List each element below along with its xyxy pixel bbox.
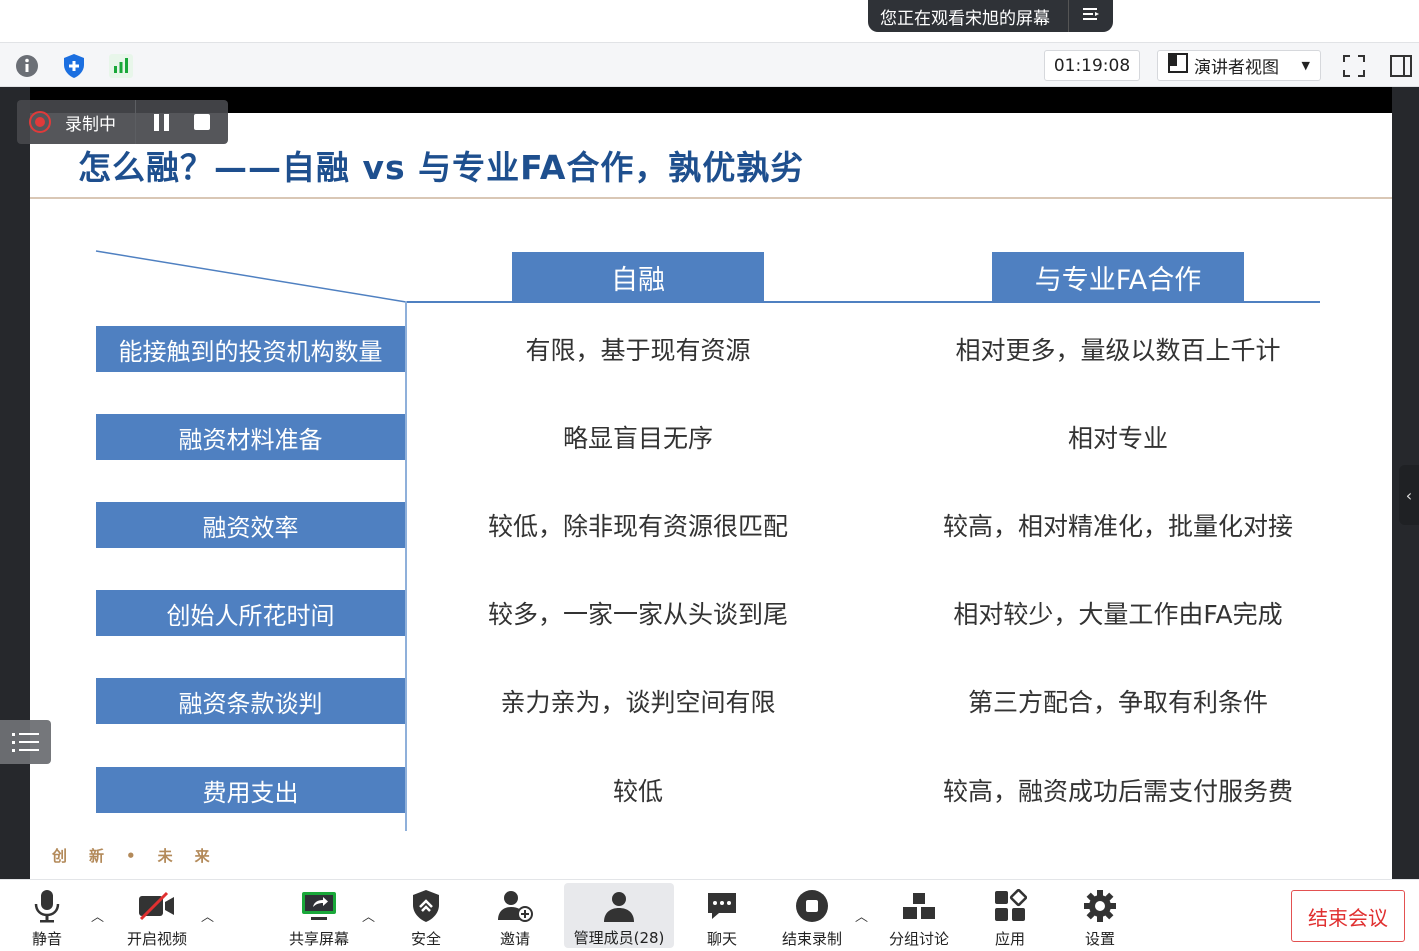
shield-icon[interactable] <box>60 52 88 80</box>
view-mode-dropdown[interactable]: 演讲者视图 ▼ <box>1157 50 1321 81</box>
start-video-button[interactable]: 开启视频 <box>120 880 194 951</box>
stop-icon[interactable] <box>194 114 210 130</box>
invite-button[interactable]: 邀请 <box>491 880 539 951</box>
slide-footer-motto: 创新•未来 <box>52 847 232 865</box>
table-cell-self: 有限，基于现有资源 <box>525 336 751 365</box>
row-label: 融资效率 <box>96 502 405 548</box>
watching-screen-text: 您正在观看宋旭的屏幕 <box>880 8 1050 29</box>
table-cell-fa: 相对较少，大量工作由FA完成 <box>953 600 1283 629</box>
table-cell-self: 亲力亲为，谈判空间有限 <box>500 688 776 717</box>
recording-label: 录制中 <box>65 114 116 135</box>
watching-screen-pill[interactable]: 您正在观看宋旭的屏幕 <box>868 0 1113 32</box>
fullscreen-icon[interactable] <box>1340 52 1368 80</box>
invite-label: 邀请 <box>499 930 530 948</box>
breakout-label: 分组讨论 <box>888 930 949 948</box>
table-cell-self: 较低 <box>612 777 663 806</box>
chevron-down-icon: ▼ <box>1301 59 1310 72</box>
row-label: 创始人所花时间 <box>96 590 405 636</box>
signal-icon[interactable] <box>107 52 135 80</box>
row-label: 融资材料准备 <box>96 414 405 460</box>
manage-members-button[interactable]: 管理成员(28) <box>564 883 674 948</box>
pause-icon[interactable] <box>136 113 186 131</box>
gear-icon <box>1083 888 1117 924</box>
outline-list-icon[interactable] <box>0 720 51 764</box>
presentation-slide: 怎么融？——自融 vs 与专业FA合作，孰优孰劣 自融 与专业FA合作 能接触到… <box>30 113 1392 879</box>
table-cell-fa: 相对专业 <box>1067 424 1168 453</box>
table-cell-fa: 相对更多，量级以数百上千计 <box>955 336 1281 365</box>
settings-label: 设置 <box>1084 930 1115 948</box>
layout-icon <box>1168 53 1188 78</box>
column-header-self: 自融 <box>512 252 764 302</box>
label-column-rule <box>405 301 407 831</box>
view-mode-label: 演讲者视图 <box>1194 58 1279 78</box>
share-screen-icon <box>299 888 339 924</box>
column-header-fa: 与专业FA合作 <box>992 252 1244 302</box>
table-cell-fa: 较高，相对精准化，批量化对接 <box>942 512 1293 541</box>
chevron-up-icon[interactable]: ︿ <box>855 906 868 925</box>
security-shield-icon <box>412 888 440 924</box>
table-cell-fa: 较高，融资成功后需支付服务费 <box>942 777 1293 806</box>
slide-top-border <box>30 87 1392 113</box>
chat-icon <box>706 888 738 924</box>
header-rule <box>406 301 1320 303</box>
share-screen-button[interactable]: 共享屏幕 <box>283 880 355 951</box>
manage-members-label: 管理成员(28) <box>573 929 665 947</box>
meeting-timer: 01:19:08 <box>1044 50 1140 81</box>
table-cell-self: 略显盲目无序 <box>562 424 713 453</box>
chat-button[interactable]: 聊天 <box>698 880 746 951</box>
share-screen-label: 共享屏幕 <box>288 930 349 948</box>
list-icon[interactable] <box>1069 6 1113 27</box>
record-dot-icon <box>29 111 51 133</box>
chevron-left-icon[interactable]: ‹ <box>1399 465 1419 525</box>
chevron-up-icon[interactable]: ︿ <box>362 906 375 925</box>
start-video-label: 开启视频 <box>126 930 187 948</box>
side-panel-icon[interactable] <box>1387 52 1415 80</box>
table-cell-self: 较多，一家一家从头谈到尾 <box>487 600 788 629</box>
meeting-controls-bar: 静音 ︿ 开启视频 ︿ 共享屏幕 ︿ 安全 邀请 管理成员(28) 聊天 结束录… <box>0 879 1419 950</box>
mute-label: 静音 <box>31 930 62 948</box>
shared-screen-stage: 录制中 怎么融？——自融 vs 与专业FA合作，孰优孰劣 自融 与专业FA合作 … <box>0 87 1419 879</box>
row-label: 费用支出 <box>96 767 405 813</box>
apps-icon <box>993 888 1027 924</box>
end-meeting-button[interactable]: 结束会议 <box>1291 890 1405 942</box>
mute-button[interactable]: 静音 <box>22 880 72 951</box>
stop-recording-label: 结束录制 <box>781 930 842 948</box>
settings-button[interactable]: 设置 <box>1076 880 1124 951</box>
chat-label: 聊天 <box>706 930 737 948</box>
row-label: 能接触到的投资机构数量 <box>96 326 405 372</box>
chevron-up-icon[interactable]: ︿ <box>91 906 104 925</box>
video-off-icon <box>137 888 177 924</box>
members-icon <box>601 891 637 923</box>
chevron-up-icon[interactable]: ︿ <box>201 906 214 925</box>
security-button[interactable]: 安全 <box>402 880 450 951</box>
breakout-rooms-button[interactable]: 分组讨论 <box>883 880 955 951</box>
apps-label: 应用 <box>994 930 1025 948</box>
info-icon[interactable] <box>13 52 41 80</box>
table-cell-fa: 第三方配合，争取有利条件 <box>967 688 1268 717</box>
recording-indicator: 录制中 <box>17 100 228 144</box>
breakout-icon <box>901 888 937 924</box>
meeting-toolbar: 01:19:08 演讲者视图 ▼ <box>0 42 1419 87</box>
stop-recording-button[interactable]: 结束录制 <box>776 880 848 951</box>
security-label: 安全 <box>410 930 441 948</box>
microphone-icon <box>32 888 62 924</box>
top-banner: 您正在观看宋旭的屏幕 <box>0 0 1419 42</box>
stop-record-icon <box>795 888 829 924</box>
apps-button[interactable]: 应用 <box>986 880 1034 951</box>
table-cell-self: 较低，除非现有资源很匹配 <box>487 512 788 541</box>
row-label: 融资条款谈判 <box>96 678 405 724</box>
invite-user-icon <box>497 888 533 924</box>
